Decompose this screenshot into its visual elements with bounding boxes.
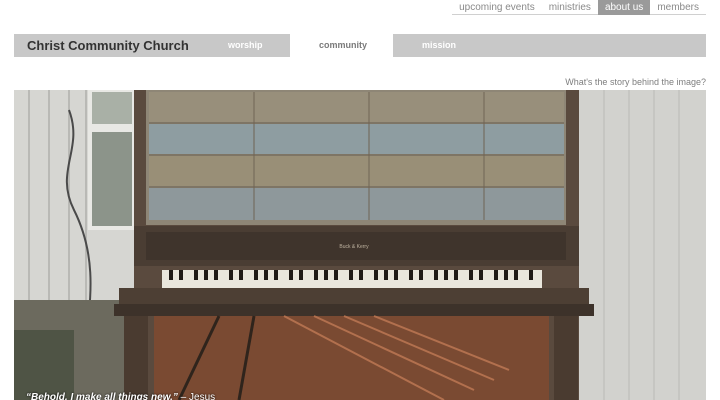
- piano-maker-label: Buck & Kerry: [339, 244, 369, 250]
- hero-image: Buck & Kerry “Behold, I make all things …: [14, 90, 706, 400]
- image-caption: “Behold, I make all things new.” – Jesus: [26, 392, 215, 400]
- image-story-link[interactable]: What's the story behind the image?: [565, 77, 706, 87]
- nav-about-us[interactable]: about us: [597, 0, 651, 15]
- nav-members[interactable]: members: [650, 0, 706, 15]
- caption-author: – Jesus: [177, 392, 216, 400]
- caption-quote: “Behold, I make all things new.”: [26, 392, 178, 400]
- top-utility-nav: upcoming events ministries about us memb…: [452, 0, 706, 15]
- nav-mission[interactable]: mission: [422, 34, 456, 57]
- main-nav-bar: Christ Community Church worship communit…: [14, 34, 706, 57]
- piano-photo: Buck & Kerry: [14, 90, 706, 400]
- nav-ministries[interactable]: ministries: [541, 0, 598, 15]
- nav-worship[interactable]: worship: [228, 34, 263, 57]
- site-title[interactable]: Christ Community Church: [27, 34, 189, 57]
- nav-community[interactable]: community: [319, 34, 367, 57]
- nav-upcoming-events[interactable]: upcoming events: [452, 0, 542, 15]
